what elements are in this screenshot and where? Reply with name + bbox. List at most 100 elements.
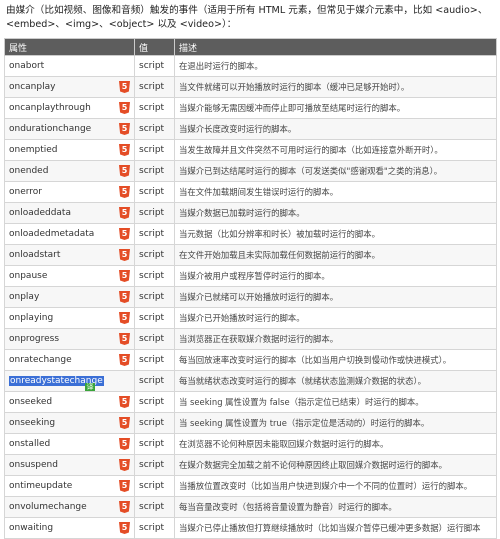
table-row: onloadstart 5 script 在文件开始加载且未实际加载任何数据前运行的脚… <box>4 244 497 266</box>
attribute-cell: oncanplay 5 <box>4 76 135 98</box>
html5-icon: 5 <box>119 186 130 198</box>
table-row: ondurationchange 5 script 当媒介长度改变时运行的脚本。 <box>4 118 497 140</box>
value-cell: script <box>134 412 175 434</box>
value-cell: script <box>134 286 175 308</box>
attribute-name[interactable]: onabort <box>9 61 44 71</box>
html5-icon: 5 <box>119 417 130 429</box>
description-cell: 当媒介已开始播放时运行的脚本。 <box>174 307 497 329</box>
description-cell: 在浏览器不论何种原因未能取回媒介数据时运行的脚本。 <box>174 433 497 455</box>
attribute-cell: onstalled 5 <box>4 433 135 455</box>
translate-icon[interactable]: 译 <box>85 383 95 391</box>
table-row: onplaying 5 script 当媒介已开始播放时运行的脚本。 <box>4 307 497 329</box>
attribute-name[interactable]: oncanplaythrough <box>9 103 91 113</box>
attribute-name[interactable]: onplaying <box>9 313 53 323</box>
attribute-cell: onabort <box>4 55 135 77</box>
html5-icon: 5 <box>119 396 130 408</box>
table-row: onprogress 5 script 当浏览器正在获取媒介数据时运行的脚本。 <box>4 328 497 350</box>
table-row: oncanplaythrough 5 script 当媒介能够无需因缓冲而停止即可播放… <box>4 97 497 119</box>
attribute-name[interactable]: onsuspend <box>9 460 58 470</box>
html5-icon: 5 <box>119 123 130 135</box>
value-cell: script <box>134 97 175 119</box>
value-cell: script <box>134 391 175 413</box>
description-cell: 每当就绪状态改变时运行的脚本（就绪状态监测媒介数据的状态）。 <box>174 370 497 392</box>
attribute-name[interactable]: onratechange <box>9 355 72 365</box>
html5-icon: 5 <box>119 291 130 303</box>
html5-icon: 5 <box>119 207 130 219</box>
value-cell: script <box>134 496 175 518</box>
description-cell: 在文件开始加载且未实际加载任何数据前运行的脚本。 <box>174 244 497 266</box>
attribute-name[interactable]: onseeked <box>9 397 52 407</box>
description-cell: 在媒介数据完全加载之前不论何种原因终止取回媒介数据时运行的脚本。 <box>174 454 497 476</box>
html5-icon: 5 <box>119 480 130 492</box>
table-row: onratechange 5 script 每当回放速率改变时运行的脚本（比如当用户切… <box>4 349 497 371</box>
attribute-name[interactable]: onwaiting <box>9 523 53 533</box>
attribute-cell: oncanplaythrough 5 <box>4 97 135 119</box>
attribute-cell: onended 5 <box>4 160 135 182</box>
description-cell: 当媒介数据已加载时运行的脚本。 <box>174 202 497 224</box>
attribute-cell: onseeking 5 <box>4 412 135 434</box>
value-cell: script <box>134 454 175 476</box>
attribute-name[interactable]: onended <box>9 166 48 176</box>
attribute-cell: onwaiting 5 <box>4 517 135 539</box>
attribute-cell: ontimeupdate 5 <box>4 475 135 497</box>
attribute-name[interactable]: ondurationchange <box>9 124 91 134</box>
table-header-row: 属性 值 描述 <box>4 38 497 56</box>
attribute-name[interactable]: onloadedmetadata <box>9 229 94 239</box>
attribute-name[interactable]: ontimeupdate <box>9 481 72 491</box>
attribute-name[interactable]: onpause <box>9 271 47 281</box>
html5-icon: 5 <box>119 249 130 261</box>
html5-icon: 5 <box>119 102 130 114</box>
value-cell: script <box>134 160 175 182</box>
attribute-name[interactable]: onloadeddata <box>9 208 71 218</box>
attribute-name[interactable]: onstalled <box>9 439 50 449</box>
description-cell: 当浏览器正在获取媒介数据时运行的脚本。 <box>174 328 497 350</box>
value-cell: script <box>134 202 175 224</box>
description-cell: 每当音量改变时（包括将音量设置为静音）时运行的脚本。 <box>174 496 497 518</box>
header-value: 值 <box>134 38 175 56</box>
table-row: onsuspend 5 script 在媒介数据完全加载之前不论何种原因终止取回媒介数… <box>4 454 497 476</box>
table-row: oncanplay 5 script 当文件就绪可以开始播放时运行的脚本（缓冲已足够开… <box>4 76 497 98</box>
attribute-cell: ondurationchange 5 <box>4 118 135 140</box>
value-cell: script <box>134 265 175 287</box>
attribute-name[interactable]: onprogress <box>9 334 59 344</box>
table-row: onseeked 5 script 当 seeking 属性设置为 false（指示定… <box>4 391 497 413</box>
attribute-name[interactable]: onseeking <box>9 418 55 428</box>
html5-icon: 5 <box>119 144 130 156</box>
description-cell: 当媒介已就绪可以开始播放时运行的脚本。 <box>174 286 497 308</box>
attribute-cell: onplaying 5 <box>4 307 135 329</box>
media-events-table: 属性 值 描述 onabort script 在退出时运行的脚本。 oncanplay… <box>4 38 497 539</box>
table-row: onerror 5 script 当在文件加载期间发生错误时运行的脚本。 <box>4 181 497 203</box>
description-cell: 当文件就绪可以开始播放时运行的脚本（缓冲已足够开始时）。 <box>174 76 497 98</box>
attribute-cell: onplay 5 <box>4 286 135 308</box>
attribute-name[interactable]: onplay <box>9 292 39 302</box>
attribute-cell: onloadedmetadata 5 <box>4 223 135 245</box>
attribute-name[interactable]: onvolumechange <box>9 502 87 512</box>
attribute-name[interactable]: onerror <box>9 187 42 197</box>
description-cell: 当媒介被用户或程序暂停时运行的脚本。 <box>174 265 497 287</box>
table-row: onwaiting 5 script 当媒介已停止播放但打算继续播放时（比如当媒介暂停… <box>4 517 497 539</box>
attribute-name[interactable]: onloadstart <box>9 250 60 260</box>
attribute-cell: onprogress 5 <box>4 328 135 350</box>
attribute-name[interactable]: onemptied <box>9 145 58 155</box>
table-row: onreadystatechange 译 script 每当就绪状态改变时运行的脚本（… <box>4 370 497 392</box>
attribute-cell: onratechange 5 <box>4 349 135 371</box>
attribute-cell: onreadystatechange 译 <box>4 370 135 392</box>
attribute-name[interactable]: oncanplay <box>9 82 55 92</box>
table-row: onvolumechange 5 script 每当音量改变时（包括将音量设置为静音）… <box>4 496 497 518</box>
html5-icon: 5 <box>119 270 130 282</box>
description-cell: 当媒介长度改变时运行的脚本。 <box>174 118 497 140</box>
value-cell: script <box>134 55 175 77</box>
table-row: onplay 5 script 当媒介已就绪可以开始播放时运行的脚本。 <box>4 286 497 308</box>
html5-icon: 5 <box>119 522 130 534</box>
html5-icon: 5 <box>119 165 130 177</box>
html5-icon: 5 <box>119 312 130 324</box>
header-description: 描述 <box>174 38 497 56</box>
description-cell: 当媒介已到达结尾时运行的脚本（可发送类似"感谢观看"之类的消息）。 <box>174 160 497 182</box>
html5-icon: 5 <box>119 333 130 345</box>
html5-icon: 5 <box>119 459 130 471</box>
attribute-cell: onloadeddata 5 <box>4 202 135 224</box>
value-cell: script <box>134 244 175 266</box>
description-cell: 当 seeking 属性设置为 true（指示定位是活动的）时运行的脚本。 <box>174 412 497 434</box>
description-cell: 当媒介已停止播放但打算继续播放时（比如当媒介暂停已缓冲更多数据）运行脚本 <box>174 517 497 539</box>
value-cell: script <box>134 328 175 350</box>
